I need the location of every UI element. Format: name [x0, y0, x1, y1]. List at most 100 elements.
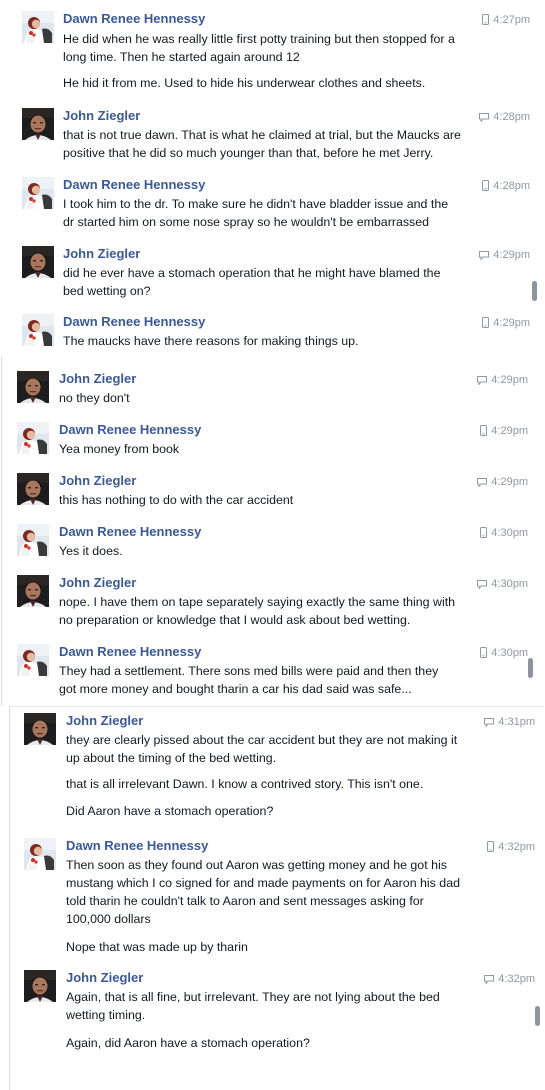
- mobile-icon: [480, 527, 491, 539]
- avatar[interactable]: [22, 246, 54, 278]
- message-text: The maucks have there reasons for making…: [63, 334, 359, 348]
- sender-name[interactable]: Dawn Renee Hennessy: [59, 644, 201, 660]
- avatar[interactable]: [24, 970, 56, 1002]
- profile-photo: [24, 838, 56, 870]
- sender-name[interactable]: Dawn Renee Hennessy: [66, 838, 208, 854]
- message-text: wetting timing.: [66, 1008, 146, 1022]
- avatar[interactable]: [22, 177, 54, 209]
- sender-name[interactable]: John Ziegler: [66, 970, 143, 986]
- chat-icon: [484, 716, 498, 728]
- scrollbar-thumb[interactable]: [528, 658, 533, 678]
- message-text: they are clearly pissed about the car ac…: [66, 733, 458, 747]
- scrollbar-thumb[interactable]: [535, 1006, 540, 1026]
- profile-photo: [17, 524, 49, 556]
- timestamp: 4:29pm: [477, 372, 528, 388]
- profile-photo: [22, 177, 54, 209]
- message-text: that is not true dawn. That is what he c…: [63, 128, 461, 142]
- timestamp: 4:29pm: [477, 474, 528, 490]
- avatar[interactable]: [17, 644, 49, 676]
- sender-name[interactable]: John Ziegler: [59, 473, 136, 489]
- chat-panel-2[interactable]: John Ziegler 4:29pm no they don't Dawn R…: [1, 357, 544, 706]
- avatar[interactable]: [22, 314, 54, 346]
- avatar[interactable]: [17, 371, 49, 403]
- avatar[interactable]: [24, 838, 56, 870]
- message-text: They had a settlement. There sons med bi…: [59, 664, 439, 678]
- message-text: positive that he did so much younger tha…: [63, 146, 434, 160]
- avatar[interactable]: [22, 11, 54, 43]
- mobile-icon: [482, 317, 493, 329]
- mobile-icon: [482, 14, 493, 26]
- avatar[interactable]: [24, 713, 56, 745]
- sender-name[interactable]: Dawn Renee Hennessy: [59, 422, 201, 438]
- profile-photo: [24, 970, 56, 1002]
- message-text: dr started him on some nose spray so he …: [63, 215, 430, 229]
- timestamp: 4:29pm: [479, 247, 530, 263]
- message-text: Yes it does.: [59, 544, 123, 558]
- chat-icon: [477, 578, 491, 590]
- avatar[interactable]: [17, 575, 49, 607]
- sender-name[interactable]: John Ziegler: [63, 108, 140, 124]
- mobile-icon: [480, 425, 491, 437]
- avatar[interactable]: [17, 422, 49, 454]
- chat-icon: [477, 476, 491, 488]
- message-text: this has nothing to do with the car acci…: [59, 493, 294, 507]
- profile-photo: [22, 246, 54, 278]
- sender-name[interactable]: John Ziegler: [59, 575, 136, 591]
- message-text: mustang which I co signed for and made p…: [66, 876, 460, 890]
- sender-name[interactable]: Dawn Renee Hennessy: [59, 524, 201, 540]
- message-text: Again, that is all fine, but irrelevant.…: [66, 990, 440, 1004]
- profile-photo: [24, 713, 56, 745]
- mobile-icon: [480, 647, 491, 659]
- message-text: no they don't: [59, 391, 130, 405]
- sender-name[interactable]: Dawn Renee Hennessy: [63, 177, 205, 193]
- profile-photo: [17, 422, 49, 454]
- timestamp: 4:28pm: [482, 178, 530, 194]
- scrollbar-thumb[interactable]: [532, 281, 537, 301]
- chat-icon: [477, 374, 491, 386]
- profile-photo: [17, 473, 49, 505]
- timestamp: 4:29pm: [480, 423, 528, 439]
- message-text: did he ever have a stomach operation tha…: [63, 266, 441, 280]
- timestamp: 4:29pm: [482, 315, 530, 331]
- message-text: Nope that was made up by tharin: [66, 940, 248, 954]
- message-text: got more money and bought tharin a car h…: [59, 682, 412, 696]
- message-text: Did Aaron have a stomach operation?: [66, 804, 274, 818]
- chat-icon: [479, 111, 493, 123]
- message-text: up about the timing of the bed wetting.: [66, 751, 277, 765]
- message-text: Yea money from book: [59, 442, 180, 456]
- message-text: I took him to the dr. To make sure he di…: [63, 197, 449, 211]
- profile-photo: [17, 371, 49, 403]
- profile-photo: [22, 108, 54, 140]
- avatar[interactable]: [17, 524, 49, 556]
- message-text: long time. Then he started again around …: [63, 50, 300, 64]
- profile-photo: [22, 314, 54, 346]
- message-text: told tharin he couldn't talk to Aaron an…: [66, 894, 424, 908]
- sender-name[interactable]: Dawn Renee Hennessy: [63, 11, 205, 27]
- avatar[interactable]: [22, 108, 54, 140]
- sender-name[interactable]: John Ziegler: [66, 713, 143, 729]
- timestamp: 4:32pm: [487, 839, 535, 855]
- mobile-icon: [487, 841, 498, 853]
- chat-panel-3[interactable]: John Ziegler 4:31pm they are clearly pis…: [9, 706, 544, 1090]
- timestamp: 4:30pm: [477, 576, 528, 592]
- message-text: bed wetting on?: [63, 284, 151, 298]
- message-text: Then soon as they found out Aaron was ge…: [66, 858, 447, 872]
- sender-name[interactable]: John Ziegler: [63, 246, 140, 262]
- profile-photo: [17, 575, 49, 607]
- profile-photo: [22, 11, 54, 43]
- timestamp: 4:27pm: [482, 12, 530, 28]
- sender-name[interactable]: John Ziegler: [59, 371, 136, 387]
- chat-panel-1[interactable]: Dawn Renee Hennessy 4:27pm He did when h…: [0, 0, 543, 357]
- message-text: He did when he was really little first p…: [63, 32, 455, 46]
- mobile-icon: [482, 180, 493, 192]
- chat-icon: [484, 973, 498, 985]
- sender-name[interactable]: Dawn Renee Hennessy: [63, 314, 205, 330]
- message-text: 100,000 dollars: [66, 912, 151, 926]
- message-text: nope. I have them on tape separately say…: [59, 595, 456, 609]
- avatar[interactable]: [17, 473, 49, 505]
- message-text: Again, did Aaron have a stomach operatio…: [66, 1036, 310, 1050]
- profile-photo: [17, 644, 49, 676]
- timestamp: 4:31pm: [484, 714, 535, 730]
- timestamp: 4:30pm: [480, 525, 528, 541]
- timestamp: 4:30pm: [480, 645, 528, 661]
